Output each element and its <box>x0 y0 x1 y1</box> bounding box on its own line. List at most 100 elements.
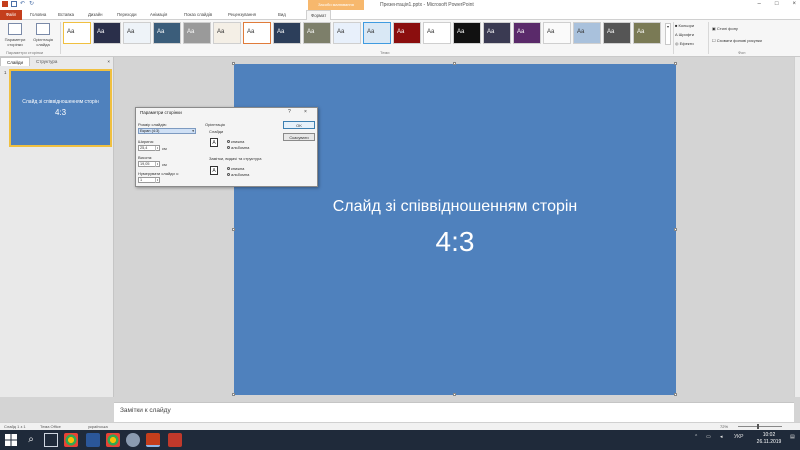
colors-button[interactable]: ■ Кольори <box>675 23 694 28</box>
fonts-button[interactable]: A Шрифти <box>675 32 694 37</box>
redo-icon[interactable]: ↻ <box>29 1 35 7</box>
spinner-icon[interactable]: ⇕ <box>155 146 159 151</box>
tab-file[interactable]: Файл <box>0 10 22 20</box>
tab-review[interactable]: Рецензування <box>228 12 256 17</box>
zoom-slider-thumb[interactable] <box>757 424 759 429</box>
maximize-icon[interactable]: □ <box>775 1 779 7</box>
resize-handle[interactable] <box>232 228 235 231</box>
mail-icon[interactable] <box>168 433 182 447</box>
resize-handle[interactable] <box>232 62 235 65</box>
theme-thumb[interactable]: Aa <box>543 22 571 44</box>
status-language: українська <box>88 424 108 429</box>
theme-thumb[interactable]: Aa <box>483 22 511 44</box>
app-icon[interactable] <box>126 433 140 447</box>
theme-thumb[interactable]: Aa <box>603 22 631 44</box>
notes-orientation-icon: A <box>210 166 218 175</box>
resize-handle[interactable] <box>453 62 456 65</box>
notes-orientation-label: Замітки, видачі та структура <box>209 156 262 161</box>
chrome-icon[interactable] <box>106 433 120 447</box>
theme-thumb[interactable]: Aa <box>423 22 451 44</box>
resize-handle[interactable] <box>674 393 677 396</box>
theme-thumb[interactable]: Aa <box>213 22 241 44</box>
theme-thumb[interactable]: Aa <box>363 22 391 44</box>
undo-icon[interactable]: ↶ <box>20 1 26 7</box>
notes-landscape-radio[interactable]: альбомна <box>227 172 249 177</box>
resize-handle[interactable] <box>674 62 677 65</box>
width-label: Ширина: <box>138 139 154 144</box>
theme-thumb[interactable]: Aa <box>393 22 421 44</box>
title-bar: ↶ ↻ Засоби малювання Презентація1.pptx -… <box>0 0 800 10</box>
tab-transitions[interactable]: Переходи <box>117 12 136 17</box>
slide-subtitle[interactable]: 4:3 <box>234 226 676 258</box>
help-icon[interactable]: ? <box>288 109 291 115</box>
theme-thumb[interactable]: Aa <box>303 22 331 44</box>
word-icon[interactable] <box>86 433 100 447</box>
theme-thumb[interactable]: Aa <box>633 22 661 44</box>
background-styles-button[interactable]: ▣ Стилі фону <box>712 26 738 31</box>
clock[interactable]: 10:02 26.11.2019 <box>752 432 786 446</box>
theme-thumb[interactable]: Aa <box>183 22 211 44</box>
slide-title[interactable]: Слайд зі співвідношенням сторін <box>234 198 676 216</box>
spinner-icon[interactable]: ⇕ <box>155 162 159 167</box>
tab-animation[interactable]: Анімація <box>150 12 167 17</box>
hide-background-checkbox[interactable]: ☐ Сховати фонові рисунки <box>712 38 762 43</box>
height-input[interactable]: 19,05 ⇕ <box>138 161 160 167</box>
theme-thumb[interactable]: Aa <box>123 22 151 44</box>
landscape-radio[interactable]: альбомна <box>227 145 249 150</box>
tray-chevron-icon[interactable]: ⌃ <box>694 434 698 440</box>
theme-thumb[interactable]: Aa <box>93 22 121 44</box>
page-setup-button[interactable]: Параметри сторінки <box>2 23 28 47</box>
minimize-icon[interactable]: – <box>758 1 761 7</box>
resize-handle[interactable] <box>674 228 677 231</box>
theme-thumb[interactable]: Aa <box>333 22 361 44</box>
slide-orientation-icon: A <box>210 138 218 147</box>
close-pane-icon[interactable]: × <box>107 59 110 64</box>
orientation-icon <box>36 23 50 35</box>
spinner-icon[interactable]: ⇕ <box>155 178 159 183</box>
cancel-button[interactable]: Скасувати <box>283 133 315 141</box>
keyboard-language[interactable]: УКР <box>734 434 743 440</box>
theme-thumb[interactable]: Aa <box>453 22 481 44</box>
tab-outline[interactable]: Структура <box>30 57 63 66</box>
volume-icon[interactable]: ◂ <box>720 434 723 440</box>
resize-handle[interactable] <box>453 393 456 396</box>
close-icon[interactable]: × <box>792 1 796 7</box>
tab-home[interactable]: Головна <box>30 12 46 17</box>
theme-thumb[interactable]: Aa <box>63 22 91 44</box>
slide-orientation-button[interactable]: Орієнтація слайда <box>30 23 56 47</box>
search-icon[interactable]: ⌕ <box>24 433 38 447</box>
numbering-input[interactable]: 1 ⇕ <box>138 177 160 183</box>
notes-portrait-radio[interactable]: книжна <box>227 166 244 171</box>
network-icon[interactable]: ▭ <box>706 434 711 440</box>
width-input[interactable]: 25,4 ⇕ <box>138 145 160 151</box>
tab-view[interactable]: Вид <box>278 12 286 17</box>
slide-size-select[interactable]: Екран (4:3) ▾ <box>138 128 196 134</box>
powerpoint-icon[interactable] <box>146 433 160 447</box>
zoom-level[interactable]: 72% <box>720 424 728 429</box>
gallery-more-button[interactable]: ▾ <box>665 23 671 45</box>
windows-start-icon[interactable] <box>4 433 18 447</box>
save-icon[interactable] <box>11 1 17 7</box>
ok-button[interactable]: OK <box>283 121 315 129</box>
portrait-radio[interactable]: книжна <box>227 139 244 144</box>
tab-insert[interactable]: Вставка <box>58 12 74 17</box>
notes-pane[interactable]: Замітки к слайду <box>114 402 794 422</box>
theme-thumb[interactable]: Aa <box>153 22 181 44</box>
chrome-icon[interactable] <box>64 433 78 447</box>
vertical-scrollbar[interactable] <box>794 57 800 397</box>
theme-thumb[interactable]: Aa <box>273 22 301 44</box>
tab-design[interactable]: Дизайн <box>88 12 102 17</box>
notifications-icon[interactable]: ▤ <box>790 434 795 440</box>
resize-handle[interactable] <box>232 393 235 396</box>
zoom-slider[interactable] <box>738 426 782 427</box>
task-view-icon[interactable] <box>44 433 58 447</box>
tab-slides[interactable]: Слайди <box>0 57 31 66</box>
slide-thumbnail[interactable]: Слайд зі співвідношенням сторін 4:3 <box>9 69 112 147</box>
theme-thumb[interactable]: Aa <box>243 22 271 44</box>
slide-size-label: Розмір слайдів: <box>138 122 167 127</box>
dialog-close-icon[interactable]: × <box>304 109 307 115</box>
theme-thumb[interactable]: Aa <box>513 22 541 44</box>
theme-thumb[interactable]: Aa <box>573 22 601 44</box>
tab-slideshow[interactable]: Показ слайдів <box>184 12 212 17</box>
effects-button[interactable]: ◎ Ефекти <box>675 41 694 46</box>
